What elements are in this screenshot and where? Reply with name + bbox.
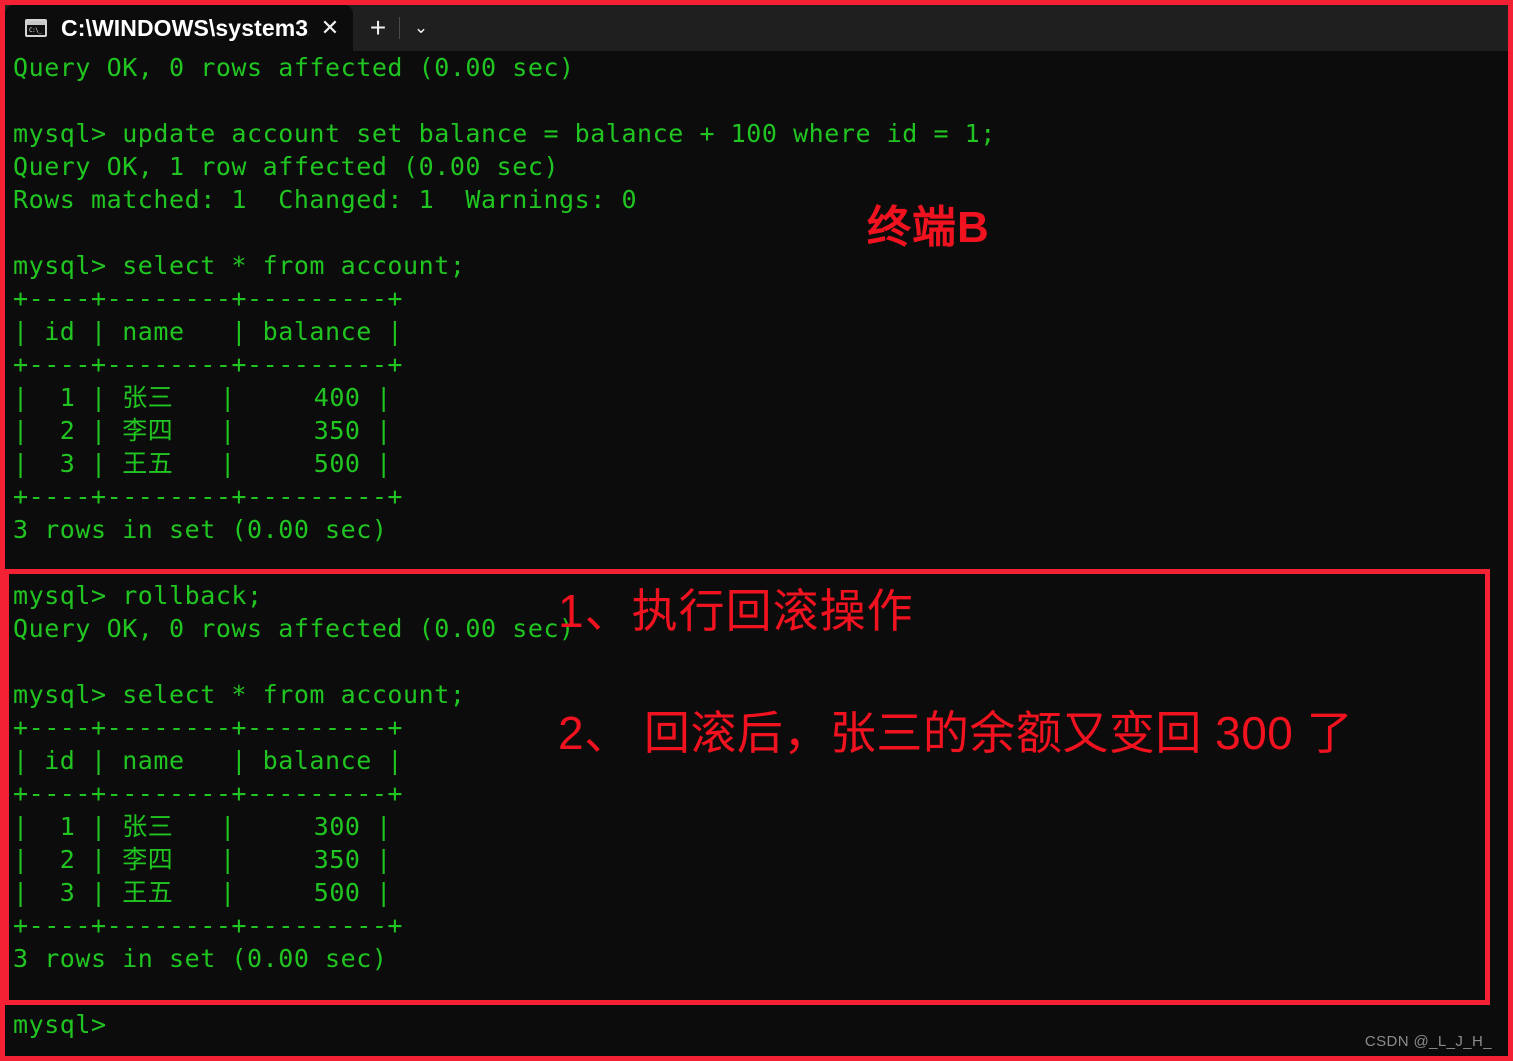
- terminal-output[interactable]: Query OK, 0 rows affected (0.00 sec) mys…: [5, 51, 1508, 1056]
- terminal-line: Query OK, 0 rows affected (0.00 sec): [13, 53, 575, 82]
- new-tab-icon[interactable]: +: [357, 8, 399, 48]
- terminal-line: +----+--------+---------+: [13, 284, 404, 313]
- terminal-line: 3 rows in set (0.00 sec): [13, 944, 388, 973]
- chevron-down-icon[interactable]: ⌄: [400, 8, 442, 48]
- terminal-line: Query OK, 1 row affected (0.00 sec): [13, 152, 560, 181]
- terminal-line: 3 rows in set (0.00 sec): [13, 515, 388, 544]
- tab-system32[interactable]: C:\_ C:\WINDOWS\system32 ✕: [5, 5, 353, 51]
- terminal-line: mysql> select * from account;: [13, 680, 466, 709]
- terminal-line: +----+--------+---------+: [13, 779, 404, 808]
- tab-strip: C:\_ C:\WINDOWS\system32 ✕ + ⌄: [5, 5, 1508, 51]
- terminal-line: +----+--------+---------+: [13, 713, 404, 742]
- annotation-step-2: 2、 回滚后，张三的余额又变回 300 了: [558, 707, 1354, 759]
- terminal-line: | 1 | 张三 | 300 |: [13, 812, 392, 841]
- terminal-window: C:\_ C:\WINDOWS\system32 ✕ + ⌄ Query OK,…: [0, 0, 1513, 1061]
- terminal-line: mysql> update account set balance = bala…: [13, 119, 996, 148]
- tab-title: C:\WINDOWS\system32: [61, 14, 309, 41]
- terminal-line: | 3 | 王五 | 500 |: [13, 878, 392, 907]
- terminal-line: mysql> select * from account;: [13, 251, 466, 280]
- terminal-line: Rows matched: 1 Changed: 1 Warnings: 0: [13, 185, 638, 214]
- tab-actions: + ⌄: [353, 5, 442, 51]
- terminal-line: Query OK, 0 rows affected (0.00 sec): [13, 614, 575, 643]
- terminal-line: | id | name | balance |: [13, 317, 404, 346]
- terminal-line: +----+--------+---------+: [13, 911, 404, 940]
- terminal-line: | id | name | balance |: [13, 746, 404, 775]
- terminal-line: +----+--------+---------+: [13, 350, 404, 379]
- terminal-prompt[interactable]: mysql>: [13, 1008, 107, 1041]
- terminal-line: | 3 | 王五 | 500 |: [13, 449, 392, 478]
- watermark: CSDN @_L_J_H_: [1364, 1033, 1492, 1050]
- annotation-step-1: 1、执行回滚操作: [558, 585, 914, 637]
- terminal-line: | 1 | 张三 | 400 |: [13, 383, 392, 412]
- console-icon: C:\_: [25, 19, 47, 37]
- close-icon[interactable]: ✕: [313, 11, 347, 45]
- terminal-line: mysql> rollback;: [13, 581, 263, 610]
- annotation-terminal-b: 终端B: [867, 203, 990, 252]
- terminal-line: +----+--------+---------+: [13, 482, 404, 511]
- terminal-line: | 2 | 李四 | 350 |: [13, 845, 392, 874]
- terminal-line: | 2 | 李四 | 350 |: [13, 416, 392, 445]
